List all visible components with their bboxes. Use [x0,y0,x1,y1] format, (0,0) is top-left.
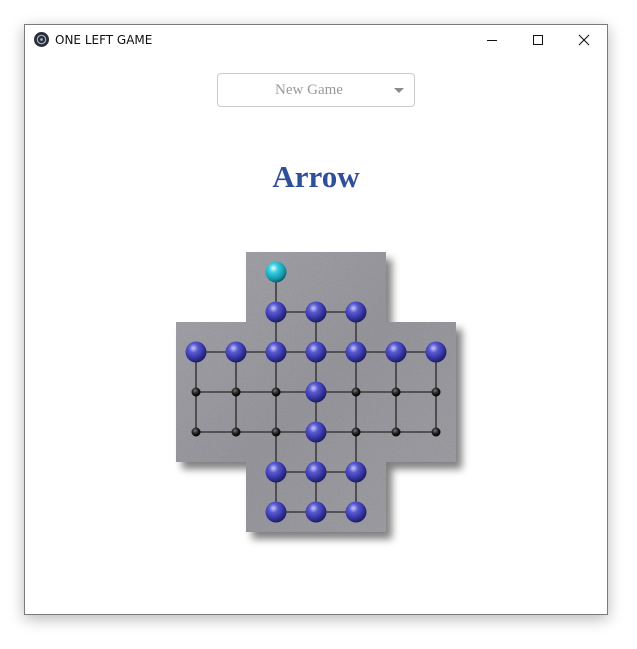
peg[interactable] [305,381,327,403]
empty-hole[interactable] [391,427,401,437]
empty-hole[interactable] [191,387,201,397]
empty-hole[interactable] [271,387,281,397]
peg-board [176,252,456,532]
peg[interactable] [345,461,367,483]
peg[interactable] [345,341,367,363]
peg[interactable] [345,301,367,323]
empty-hole[interactable] [431,387,441,397]
empty-hole[interactable] [391,387,401,397]
peg[interactable] [305,501,327,523]
app-window: ONE LEFT GAME New Game Arrow [24,24,608,615]
selected-peg[interactable] [265,261,287,283]
peg[interactable] [265,461,287,483]
peg[interactable] [265,301,287,323]
empty-hole[interactable] [271,427,281,437]
empty-hole[interactable] [351,427,361,437]
peg[interactable] [225,341,247,363]
peg[interactable] [265,341,287,363]
peg[interactable] [305,421,327,443]
peg[interactable] [425,341,447,363]
empty-hole[interactable] [351,387,361,397]
peg[interactable] [305,301,327,323]
empty-hole[interactable] [231,427,241,437]
empty-hole[interactable] [231,387,241,397]
peg[interactable] [305,461,327,483]
peg[interactable] [265,501,287,523]
peg[interactable] [345,501,367,523]
peg[interactable] [385,341,407,363]
empty-hole[interactable] [431,427,441,437]
peg[interactable] [305,341,327,363]
peg[interactable] [185,341,207,363]
empty-hole[interactable] [191,427,201,437]
